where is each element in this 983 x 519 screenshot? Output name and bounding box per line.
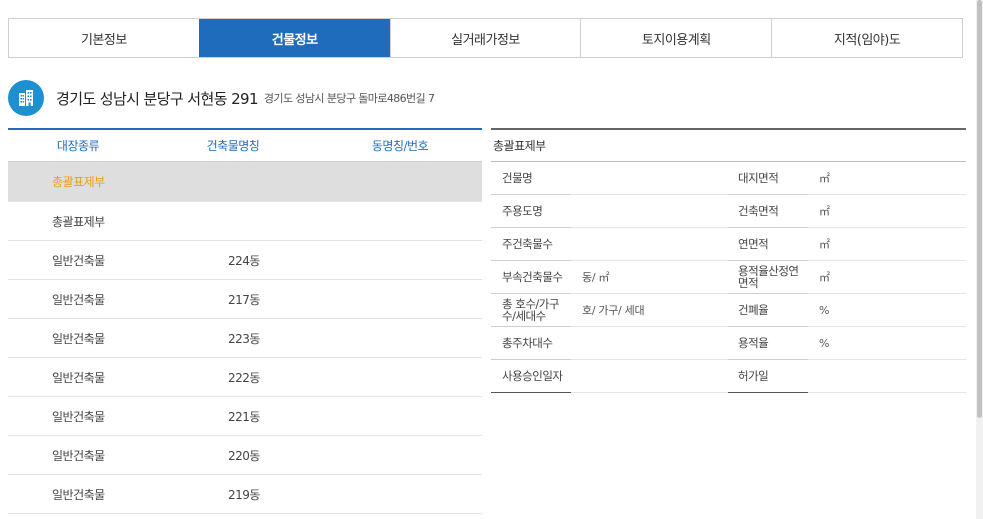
field-label: 건물명 xyxy=(491,162,571,195)
field-label: 연면적 xyxy=(728,228,808,261)
field-value xyxy=(571,360,728,393)
building-ledger-list: 대장종류 건축물명칭 동명칭/번호 총괄표제부 총괄표제부 일반건축물 224동… xyxy=(8,128,482,514)
list-header: 대장종류 건축물명칭 동명칭/번호 xyxy=(8,128,482,162)
header-dong-name: 동명칭/번호 xyxy=(371,139,429,153)
cell-building-name: 217동 xyxy=(228,292,260,307)
scrollbar-thumb[interactable] xyxy=(977,0,982,418)
field-value: ㎡ xyxy=(808,261,966,294)
field-value: % xyxy=(808,294,966,327)
tab-building-info[interactable]: 건물정보 xyxy=(198,19,390,57)
table-row[interactable]: 일반건축물 217동 xyxy=(8,280,482,319)
field-value: ㎡ xyxy=(808,228,966,261)
summary-row: 주건축물수 연면적 ㎡ xyxy=(491,228,966,261)
cell-building-name: 221동 xyxy=(228,409,260,424)
cell-building-name: 223동 xyxy=(228,331,260,346)
table-row[interactable]: 총괄표제부 xyxy=(8,202,482,241)
field-value: ㎡ xyxy=(808,195,966,228)
tab-bar: 기본정보 건물정보 실거래가정보 토지이용계획 지적(임야)도 xyxy=(8,18,963,58)
address-header: 경기도 성남시 분당구 서현동 291 경기도 성남시 분당구 돌마로486번길… xyxy=(8,80,435,116)
table-row[interactable]: 일반건축물 219동 xyxy=(8,475,482,514)
cell-ledger-type: 총괄표제부 xyxy=(52,175,105,189)
table-row[interactable]: 일반건축물 221동 xyxy=(8,397,482,436)
field-label: 용적율산정연면적 xyxy=(728,261,808,294)
table-row[interactable]: 일반건축물 222동 xyxy=(8,358,482,397)
cell-ledger-type: 일반건축물 xyxy=(52,331,105,346)
tab-transaction-price[interactable]: 실거래가정보 xyxy=(389,19,581,57)
table-row[interactable]: 일반건축물 224동 xyxy=(8,241,482,280)
parcel-address: 경기도 성남시 분당구 서현동 291 xyxy=(56,89,259,108)
tab-land-use-plan[interactable]: 토지이용계획 xyxy=(580,19,772,57)
field-value: ㎡ xyxy=(808,162,966,195)
cell-building-name: 220동 xyxy=(228,448,260,463)
summary-row: 총 호수/가구수/세대수 호/ 가구/ 세대 건폐율 % xyxy=(491,294,966,327)
field-label: 주건축물수 xyxy=(491,228,571,261)
field-label: 총 호수/가구수/세대수 xyxy=(491,294,571,327)
summary-title: 총괄표제부 xyxy=(491,128,966,162)
field-value xyxy=(571,162,728,195)
cell-ledger-type: 일반건축물 xyxy=(52,487,105,502)
cell-ledger-type: 총괄표제부 xyxy=(52,214,105,229)
field-value: 호/ 가구/ 세대 xyxy=(571,294,728,327)
field-label: 대지면적 xyxy=(728,162,808,195)
summary-row: 부속건축물수 동/ ㎡ 용적율산정연면적 ㎡ xyxy=(491,261,966,294)
field-label: 건폐율 xyxy=(728,294,808,327)
header-building-name: 건축물명칭 xyxy=(206,139,260,153)
building-icon xyxy=(8,80,44,116)
table-row[interactable]: 총괄표제부 xyxy=(8,162,482,202)
table-row[interactable]: 일반건축물 223동 xyxy=(8,319,482,358)
field-label: 총주차대수 xyxy=(491,327,571,360)
cell-ledger-type: 일반건축물 xyxy=(52,253,105,268)
summary-row: 총주차대수 용적율 % xyxy=(491,327,966,360)
building-icon-svg xyxy=(19,90,33,106)
cell-building-name: 222동 xyxy=(228,370,260,385)
summary-row: 주용도명 건축면적 ㎡ xyxy=(491,195,966,228)
summary-panel: 총괄표제부 건물명 대지면적 ㎡ 주용도명 건축면적 ㎡ 주건축물수 연면적 ㎡… xyxy=(491,128,966,393)
field-label: 사용승인일자 xyxy=(491,360,571,393)
vertical-scrollbar[interactable] xyxy=(976,0,983,519)
field-value xyxy=(571,195,728,228)
cell-ledger-type: 일반건축물 xyxy=(52,292,105,307)
field-label: 부속건축물수 xyxy=(491,261,571,294)
summary-row: 건물명 대지면적 ㎡ xyxy=(491,162,966,195)
header-ledger-type: 대장종류 xyxy=(56,139,100,153)
cell-building-name: 219동 xyxy=(228,487,260,502)
tab-basic-info[interactable]: 기본정보 xyxy=(9,19,199,57)
cell-ledger-type: 일반건축물 xyxy=(52,409,105,424)
field-label: 용적율 xyxy=(728,327,808,360)
tab-cadastral-map[interactable]: 지적(임야)도 xyxy=(771,19,962,57)
field-label: 허가일 xyxy=(728,360,808,393)
field-value: % xyxy=(808,327,966,360)
field-value xyxy=(571,228,728,261)
cell-ledger-type: 일반건축물 xyxy=(52,448,105,463)
road-address: 경기도 성남시 분당구 돌마로486번길 7 xyxy=(263,92,435,105)
field-value xyxy=(571,327,728,360)
cell-building-name: 224동 xyxy=(228,253,260,268)
field-label: 주용도명 xyxy=(491,195,571,228)
field-label: 건축면적 xyxy=(728,195,808,228)
field-value xyxy=(808,360,966,393)
field-value: 동/ ㎡ xyxy=(571,261,728,294)
summary-row: 사용승인일자 허가일 xyxy=(491,360,966,393)
cell-ledger-type: 일반건축물 xyxy=(52,370,105,385)
table-row[interactable]: 일반건축물 220동 xyxy=(8,436,482,475)
